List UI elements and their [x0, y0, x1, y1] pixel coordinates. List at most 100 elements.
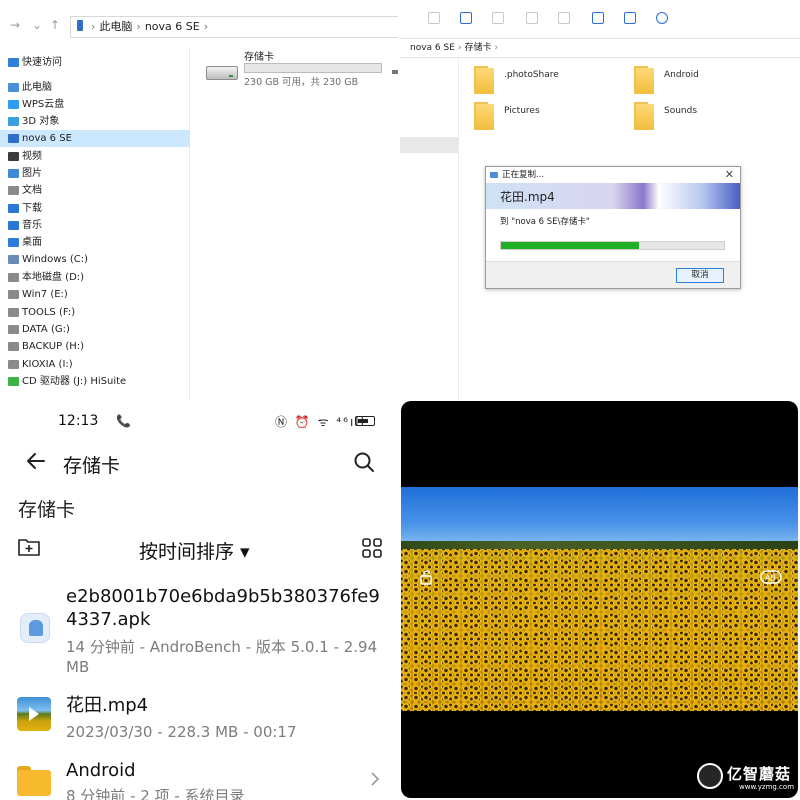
drive-edge-icon	[392, 70, 398, 74]
breadcrumb-storage-card[interactable]: 存储卡	[465, 43, 492, 53]
back-arrow-icon[interactable]	[24, 449, 48, 473]
nav-item-15[interactable]: DATA (G:)	[0, 321, 190, 338]
explorer-navigation-bar: → ⌄ ↑ › 此电脑 › nova 6 SE ›	[0, 12, 398, 42]
file-meta-apk: 14 分钟前 - AndroBench - 版本 5.0.1 - 2.94 MB	[66, 638, 378, 676]
properties-icon[interactable]	[624, 12, 636, 24]
nav-item-label: 本地磁盘 (D:)	[22, 272, 85, 283]
folder-icon[interactable]	[634, 102, 654, 130]
forward-button[interactable]: →	[8, 18, 22, 32]
copy-progress-bar	[500, 241, 725, 250]
cube-icon	[8, 117, 19, 126]
phone-icon	[8, 134, 19, 143]
close-icon[interactable]: ✕	[725, 167, 734, 183]
nav-item-label: 快速访问	[22, 57, 62, 68]
folder-pictures[interactable]: Pictures	[504, 106, 540, 116]
chevron-right-icon: ›	[457, 43, 462, 53]
nav-item-4[interactable]: nova 6 SE	[0, 130, 190, 147]
file-name-apk[interactable]: e2b8001b70e6bda9b5b380376fe94337.apk	[66, 585, 386, 631]
cut-icon[interactable]	[428, 12, 440, 24]
nav-item-10[interactable]: 桌面	[0, 234, 190, 251]
folder-name-android[interactable]: Android	[66, 759, 136, 782]
delete-icon[interactable]	[526, 12, 538, 24]
nav-item-13[interactable]: Win7 (E:)	[0, 286, 190, 303]
music-icon	[8, 221, 19, 230]
copy-icon	[490, 172, 498, 178]
nav-pane-selection	[400, 137, 458, 153]
nav-item-18[interactable]: CD 驱动器 (J:) HiSuite	[0, 373, 190, 390]
nav-item-17[interactable]: KIOXIA (I:)	[0, 356, 190, 373]
nav-item-label: KIOXIA (I:)	[22, 359, 73, 370]
video-viewer[interactable]: AB 亿智蘑菇 www.yzmg.com	[401, 401, 798, 798]
folder-photoshare[interactable]: .photoShare	[504, 70, 559, 80]
dialog-title-bar[interactable]: 正在复制... ✕	[486, 167, 740, 183]
breadcrumb-this-pc[interactable]: 此电脑	[99, 20, 132, 33]
up-button[interactable]: ↑	[48, 18, 62, 32]
rotate-lock-icon[interactable]	[419, 570, 435, 586]
folder-android[interactable]: Android	[664, 70, 699, 80]
nav-item-label: 此电脑	[22, 82, 52, 93]
nav-item-11[interactable]: Windows (C:)	[0, 251, 190, 268]
address-bar[interactable]: nova 6 SE › 存储卡 ›	[400, 38, 800, 58]
sort-dropdown[interactable]: 按时间排序 ▾	[139, 537, 250, 564]
cancel-button[interactable]: 取消	[676, 268, 724, 283]
folder-icon[interactable]	[634, 66, 654, 94]
phone-icon	[77, 20, 83, 31]
dialog-title: 正在复制...	[502, 170, 545, 180]
nav-item-3[interactable]: 3D 对象	[0, 113, 190, 130]
refresh-icon[interactable]	[656, 12, 668, 24]
status-icons: Ⓝ ⏰ ᯤ ⁴⁶ıll	[275, 415, 366, 429]
new-folder-icon[interactable]	[18, 537, 40, 557]
file-name-video[interactable]: 花田.mp4	[66, 694, 148, 717]
copy-progress-dialog: 正在复制... ✕ 花田.mp4 到 "nova 6 SE\存储卡" 取消	[485, 166, 741, 289]
dialog-footer: 取消	[486, 261, 740, 288]
ab-repeat-icon[interactable]: AB	[760, 570, 782, 584]
nav-item-label: 3D 对象	[22, 116, 60, 127]
search-icon[interactable]	[352, 450, 376, 474]
folder-sounds[interactable]: Sounds	[664, 106, 697, 116]
nav-item-5[interactable]: 视频	[0, 148, 190, 165]
page-heading: 存储卡	[18, 499, 76, 521]
nav-item-12[interactable]: 本地磁盘 (D:)	[0, 269, 190, 286]
breadcrumb-nova[interactable]: nova 6 SE	[410, 43, 455, 53]
chevron-right-icon	[371, 772, 380, 786]
crop-icon[interactable]	[592, 12, 604, 24]
copy-icon[interactable]	[460, 12, 472, 24]
nav-item-label: WPS云盘	[22, 99, 65, 110]
nav-item-0[interactable]: 快速访问	[0, 54, 190, 71]
explorer-this-pc-window: → ⌄ ↑ › 此电脑 › nova 6 SE › 快速访问 此电脑 WPS云盘 3D 对象 n…	[0, 0, 398, 400]
nav-item-label: Win7 (E:)	[22, 289, 68, 300]
video-thumbnail-icon	[17, 697, 51, 731]
status-time: 12:13	[58, 413, 99, 429]
folder-icon[interactable]	[474, 102, 494, 130]
svg-text:AB: AB	[765, 574, 776, 583]
phone-file-manager: 12:13 📞 Ⓝ ⏰ ᯤ ⁴⁶ıll 存储卡 存储卡 按时间排序 ▾ e2b8…	[0, 402, 398, 800]
call-icon: 📞	[116, 414, 131, 428]
folder-meta-android: 8 分钟前 - 2 项 - 系统目录	[66, 787, 245, 800]
grid-view-icon[interactable]	[362, 538, 382, 558]
chevron-right-icon: ›	[136, 20, 141, 33]
address-bar[interactable]: › 此电脑 › nova 6 SE ›	[70, 16, 398, 38]
nav-item-7[interactable]: 文档	[0, 182, 190, 199]
nav-item-14[interactable]: TOOLS (F:)	[0, 304, 190, 321]
breadcrumb-nova[interactable]: nova 6 SE	[145, 20, 200, 33]
pictures-folder-icon	[8, 169, 19, 178]
nav-item-16[interactable]: BACKUP (H:)	[0, 338, 190, 355]
file-meta-video: 2023/03/30 - 228.3 MB - 00:17	[66, 723, 297, 741]
nav-item-8[interactable]: 下载	[0, 200, 190, 217]
nav-item-label: 图片	[22, 168, 42, 179]
folder-icon[interactable]	[474, 66, 494, 94]
nav-item-label: 桌面	[22, 237, 42, 248]
nav-item-9[interactable]: 音乐	[0, 217, 190, 234]
apk-icon	[20, 613, 50, 643]
windows-drive-icon	[8, 255, 19, 264]
nav-item-6[interactable]: 图片	[0, 165, 190, 182]
navigation-pane: 快速访问此电脑 WPS云盘 3D 对象 nova 6 SE 视频图片文档 下载 音乐桌面 Wi…	[0, 48, 190, 400]
rename-icon[interactable]	[558, 12, 570, 24]
nav-item-2[interactable]: WPS云盘	[0, 96, 190, 113]
nav-item-1[interactable]: 此电脑	[0, 79, 190, 96]
drive-free-space: 230 GB 可用，共 230 GB	[244, 77, 359, 88]
recent-locations-button[interactable]: ⌄	[30, 18, 44, 32]
nav-item-label: CD 驱动器 (J:) HiSuite	[22, 376, 127, 387]
paste-icon[interactable]	[492, 12, 504, 24]
chevron-right-icon: ›	[91, 20, 96, 33]
